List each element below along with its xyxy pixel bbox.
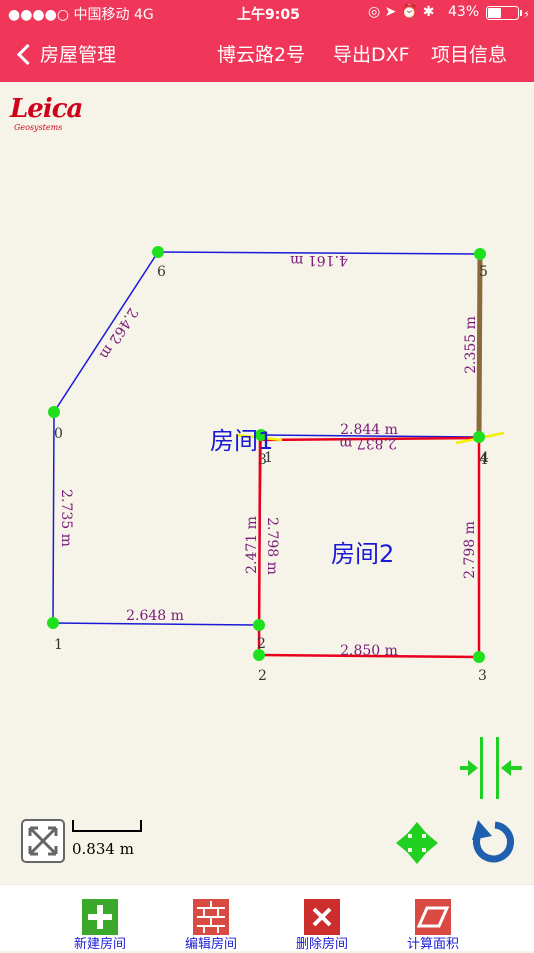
dimension-label: 2.844 m bbox=[340, 422, 398, 438]
point-label: 4 bbox=[480, 450, 489, 466]
point-marker[interactable] bbox=[473, 431, 485, 443]
point-marker[interactable] bbox=[253, 619, 265, 631]
delete-room-button[interactable]: 删除房间 bbox=[277, 899, 367, 952]
parallelogram-icon bbox=[415, 899, 451, 935]
point-label: 2 bbox=[257, 636, 266, 652]
point-label: 0 bbox=[54, 426, 63, 442]
point-marker[interactable] bbox=[152, 246, 164, 258]
delete-x-icon bbox=[304, 899, 340, 935]
point-marker[interactable] bbox=[474, 248, 486, 260]
dimension-label: 2.471 m bbox=[244, 516, 260, 574]
scale-bar bbox=[72, 820, 142, 832]
calculate-area-button[interactable]: 计算面积 bbox=[388, 899, 478, 952]
point-marker[interactable] bbox=[473, 651, 485, 663]
dimension-label: 2.850 m bbox=[340, 643, 398, 659]
point-label: 6 bbox=[157, 264, 166, 280]
point-marker[interactable] bbox=[47, 617, 59, 629]
point-marker[interactable] bbox=[48, 406, 60, 418]
room2-name[interactable]: 房间2 bbox=[331, 540, 394, 568]
point-label: 3 bbox=[478, 668, 487, 684]
room1-edge-4-5-active[interactable] bbox=[476, 253, 483, 438]
new-room-button[interactable]: 新建房间 bbox=[55, 899, 145, 952]
fit-width-icon[interactable] bbox=[460, 737, 522, 799]
room1-edge-6-0[interactable] bbox=[53, 251, 159, 413]
scale-label: 0.834 m bbox=[72, 840, 134, 858]
room1-name[interactable]: 房间1 bbox=[210, 427, 273, 455]
point-label: 5 bbox=[479, 264, 488, 280]
fit-screen-icon[interactable] bbox=[21, 819, 65, 863]
plus-icon bbox=[82, 899, 118, 935]
dimension-label: 2.735 m bbox=[58, 489, 74, 547]
scale-indicator: 0.834 m bbox=[72, 820, 142, 858]
dimension-label: 2.798 m bbox=[462, 521, 478, 579]
dimension-label: 2.648 m bbox=[126, 608, 184, 624]
floor-plan[interactable]: 0 1 2 3 4 5 6 1 2 3 4 2.735 m 2.648 m 2.… bbox=[0, 0, 534, 950]
point-label: 1 bbox=[54, 637, 63, 653]
edit-room-button[interactable]: 编辑房间 bbox=[166, 899, 256, 952]
move-icon[interactable] bbox=[396, 822, 438, 864]
dimension-label: 2.355 m bbox=[463, 316, 479, 374]
dimension-label: 4.161 m bbox=[290, 252, 348, 268]
brick-wall-icon bbox=[193, 899, 229, 935]
undo-icon[interactable] bbox=[472, 820, 514, 863]
bottom-toolbar: 新建房间 编辑房间 删除房间 计算面积 bbox=[0, 884, 534, 952]
dimension-label: 2.798 m bbox=[264, 517, 280, 575]
point-label: 2 bbox=[258, 668, 267, 684]
room1-edge-0-1[interactable] bbox=[52, 411, 55, 624]
